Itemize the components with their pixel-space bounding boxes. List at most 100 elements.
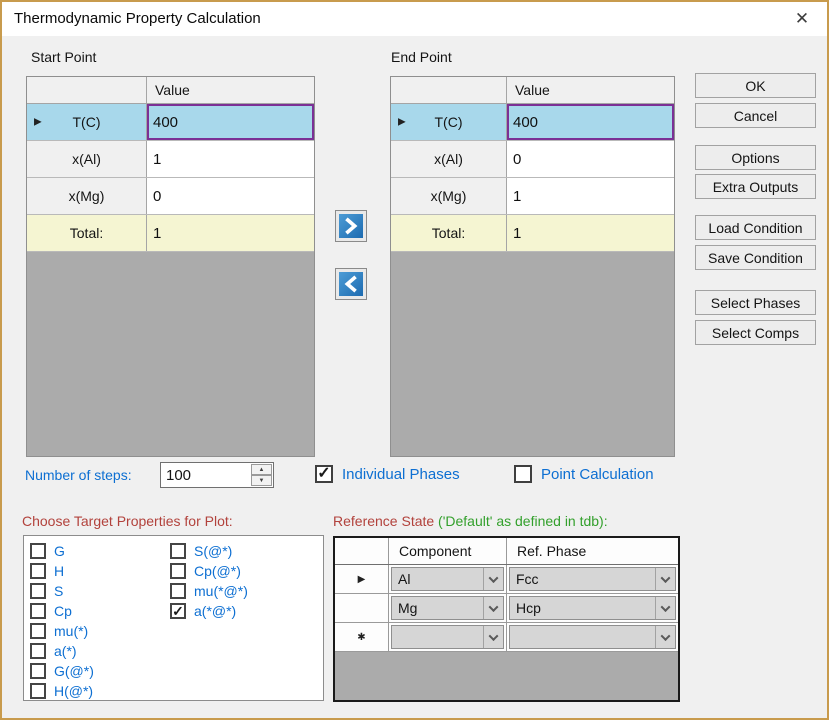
end-total-value-cell: 1 (507, 215, 674, 251)
end-xal-value-cell[interactable]: 0 (507, 141, 674, 177)
table-row: x(Al) 1 (27, 141, 314, 178)
end-point-grid: Value ▶ T(C) 400 x(Al) 0 x(Mg) 1 Total: (390, 76, 675, 457)
current-row-arrow-icon[interactable]: ▶ (335, 565, 389, 593)
property-checkbox-mu-at[interactable] (170, 583, 186, 599)
select-comps-button[interactable]: Select Comps (695, 320, 816, 345)
property-checkbox-g-at[interactable] (30, 663, 46, 679)
property-checkbox-s[interactable] (30, 583, 46, 599)
arrow-left-icon (339, 272, 363, 296)
point-calculation-label: Point Calculation (541, 466, 654, 483)
property-checkbox-a-at[interactable]: ✓ (170, 603, 186, 619)
property-label: mu(*) (54, 623, 88, 639)
arrow-right-icon (339, 214, 363, 238)
new-row-asterisk-icon[interactable]: ✱ (335, 623, 389, 651)
end-grid-corner[interactable] (391, 77, 507, 103)
end-row-header-xmg[interactable]: x(Mg) (391, 178, 507, 214)
end-row-header-tc[interactable]: ▶ T(C) (391, 104, 507, 140)
number-of-steps-label: Number of steps: (25, 467, 132, 483)
select-phases-button[interactable]: Select Phases (695, 290, 816, 315)
table-row: ▶ T(C) 400 (27, 104, 314, 141)
property-option-s-at: S(@*) (170, 542, 232, 560)
save-condition-button[interactable]: Save Condition (695, 245, 816, 270)
individual-phases-checkbox[interactable]: ✓ (315, 465, 333, 483)
table-row: Total: 1 (27, 215, 314, 252)
start-value-column-header[interactable]: Value (147, 77, 314, 103)
end-row-label-xal: x(Al) (434, 151, 463, 167)
ref-phase-column-header[interactable]: Ref. Phase (507, 538, 678, 564)
start-tc-value-cell[interactable]: 400 (147, 104, 314, 140)
table-row: Total: 1 (391, 215, 674, 252)
reference-table-header: Component Ref. Phase (335, 538, 678, 565)
start-row-header-tc[interactable]: ▶ T(C) (27, 104, 147, 140)
end-grid-header: Value (391, 77, 674, 104)
copy-to-end-button[interactable] (335, 210, 367, 242)
start-row-header-xmg[interactable]: x(Mg) (27, 178, 147, 214)
row-marker[interactable] (335, 594, 389, 622)
property-checkbox-h[interactable] (30, 563, 46, 579)
end-value-column-header[interactable]: Value (507, 77, 674, 103)
property-option-cp-at: Cp(@*) (170, 562, 241, 580)
ref-phase-cell: Fcc (507, 565, 678, 593)
reference-state-title-green: ('Default' as defined in tdb): (434, 513, 607, 529)
copy-to-start-button[interactable] (335, 268, 367, 300)
property-checkbox-cp[interactable] (30, 603, 46, 619)
chevron-down-icon (655, 568, 675, 590)
ok-button[interactable]: OK (695, 73, 816, 98)
start-row-header-xal[interactable]: x(Al) (27, 141, 147, 177)
start-row-label-xmg: x(Mg) (69, 188, 105, 204)
table-row: ✱ (335, 623, 678, 652)
end-tc-value-cell[interactable]: 400 (507, 104, 674, 140)
end-row-label-xmg: x(Mg) (431, 188, 467, 204)
property-option-h-at: H(@*) (30, 682, 93, 700)
property-label: Cp (54, 603, 72, 619)
checkmark-icon: ✓ (317, 467, 330, 481)
component-al-dropdown[interactable]: Al (391, 567, 504, 591)
end-row-label-tc: T(C) (435, 114, 463, 130)
start-xmg-value-cell[interactable]: 0 (147, 178, 314, 214)
property-checkbox-s-at[interactable] (170, 543, 186, 559)
end-xmg-value-cell[interactable]: 1 (507, 178, 674, 214)
component-mg-dropdown[interactable]: Mg (391, 596, 504, 620)
end-point-label: End Point (391, 49, 452, 65)
property-checkbox-g[interactable] (30, 543, 46, 559)
spinner-down-icon[interactable]: ▼ (251, 475, 272, 486)
target-properties-box: G H S Cp mu(*) a(*) G(@*) H(@*) (23, 535, 324, 701)
end-row-header-xal[interactable]: x(Al) (391, 141, 507, 177)
thermodynamic-property-calculation-dialog: Thermodynamic Property Calculation ✕ Sta… (0, 0, 829, 720)
property-option-g-at: G(@*) (30, 662, 94, 680)
property-checkbox-h-at[interactable] (30, 683, 46, 699)
property-option-mu: mu(*) (30, 622, 88, 640)
table-row: ▶ T(C) 400 (391, 104, 674, 141)
spinner-up-icon[interactable]: ▲ (251, 464, 272, 475)
extra-outputs-button[interactable]: Extra Outputs (695, 174, 816, 199)
phase-new-dropdown[interactable] (509, 625, 676, 649)
cancel-button[interactable]: Cancel (695, 103, 816, 128)
property-checkbox-cp-at[interactable] (170, 563, 186, 579)
end-row-header-total: Total: (391, 215, 507, 251)
dropdown-value: Al (392, 571, 483, 587)
current-row-arrow-icon: ▶ (398, 117, 406, 128)
options-button[interactable]: Options (695, 145, 816, 170)
dropdown-value: Mg (392, 600, 483, 616)
start-xal-value-cell[interactable]: 1 (147, 141, 314, 177)
component-column-header[interactable]: Component (389, 538, 507, 564)
dropdown-value: Hcp (510, 600, 655, 616)
load-condition-button[interactable]: Load Condition (695, 215, 816, 240)
property-checkbox-a[interactable] (30, 643, 46, 659)
chevron-down-icon (655, 597, 675, 619)
property-label: a(*) (54, 643, 77, 659)
property-label: G(@*) (54, 663, 94, 679)
property-label: a(*@*) (194, 603, 236, 619)
table-row: x(Mg) 0 (27, 178, 314, 215)
phase-fcc-dropdown[interactable]: Fcc (509, 567, 676, 591)
property-checkbox-mu[interactable] (30, 623, 46, 639)
titlebar[interactable]: Thermodynamic Property Calculation ✕ (2, 2, 827, 36)
property-option-g: G (30, 542, 65, 560)
start-row-label-xal: x(Al) (72, 151, 101, 167)
start-grid-corner[interactable] (27, 77, 147, 103)
close-icon[interactable]: ✕ (789, 7, 815, 31)
phase-hcp-dropdown[interactable]: Hcp (509, 596, 676, 620)
component-new-dropdown[interactable] (391, 625, 504, 649)
point-calculation-checkbox[interactable] (514, 465, 532, 483)
chevron-down-icon (483, 597, 503, 619)
